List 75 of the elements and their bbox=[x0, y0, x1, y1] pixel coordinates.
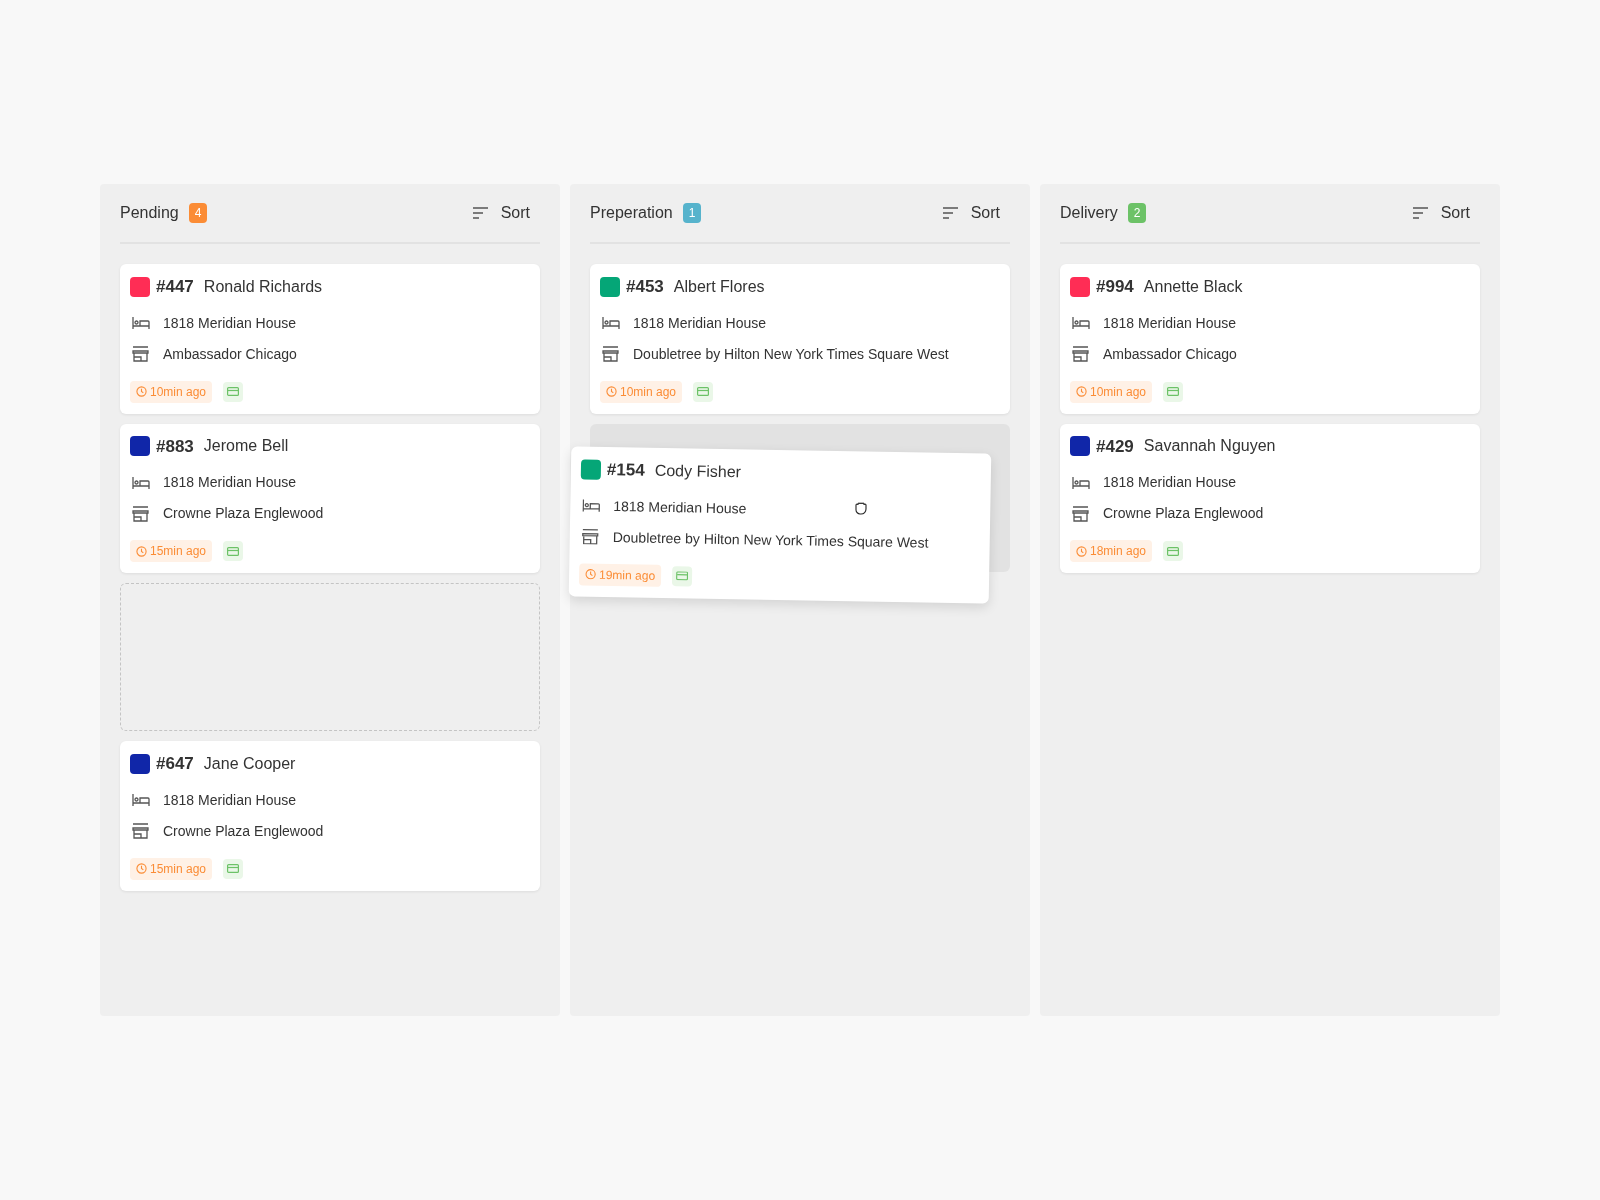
storefront-icon bbox=[602, 346, 619, 362]
time-badge: 10min ago bbox=[130, 380, 213, 403]
bed-icon bbox=[132, 475, 150, 490]
customer-name: Annette Black bbox=[1143, 276, 1243, 297]
customer-name: Jerome Bell bbox=[203, 436, 289, 457]
card-payment-icon bbox=[223, 541, 244, 561]
storefront-icon bbox=[132, 346, 149, 362]
order-card[interactable]: #447 Ronald Richards 1818 Meridian House Ambassador Chicago 10min ago bbox=[120, 264, 540, 414]
venue-name: Doubletree by Hilton New York Times Square West bbox=[612, 527, 929, 553]
hotel-name: 1818 Meridian House bbox=[163, 313, 297, 333]
hotel-name: 1818 Meridian House bbox=[163, 473, 297, 492]
sort-icon bbox=[942, 207, 958, 219]
bed-icon bbox=[132, 793, 150, 807]
hotel-name: 1818 Meridian House bbox=[163, 790, 297, 810]
time-badge: 19min ago bbox=[578, 563, 662, 587]
hotel-name: 1818 Meridian House bbox=[1103, 473, 1237, 492]
storefront-icon bbox=[132, 823, 149, 839]
customer-name: Savannah Nguyen bbox=[1143, 436, 1276, 457]
order-card[interactable]: #647 Jane Cooper 1818 Meridian House Crowne Plaza Englewood 15min ago bbox=[120, 741, 540, 891]
sort-button[interactable]: Sort bbox=[1412, 201, 1480, 225]
bed-icon bbox=[132, 316, 150, 330]
hotel-name: 1818 Meridian House bbox=[613, 496, 747, 518]
count-badge: 1 bbox=[682, 203, 702, 223]
card-payment-icon bbox=[223, 858, 244, 879]
venue-name: Ambassador Chicago bbox=[163, 344, 297, 364]
storefront-icon bbox=[1072, 505, 1089, 522]
sort-button[interactable]: Sort bbox=[472, 201, 540, 225]
storefront-icon bbox=[1072, 346, 1089, 362]
hotel-name: 1818 Meridian House bbox=[633, 313, 767, 333]
bed-icon bbox=[1072, 475, 1090, 490]
order-card[interactable]: #883 Jerome Bell 1818 Meridian House Crowne Plaza Englewood 15min ago bbox=[120, 423, 540, 573]
time-badge: 10min ago bbox=[1070, 380, 1153, 403]
sort-button[interactable]: Sort bbox=[942, 201, 1010, 225]
card-payment-icon bbox=[693, 381, 714, 402]
column-title: Pending bbox=[120, 203, 179, 223]
venue-name: Crowne Plaza Englewood bbox=[1103, 504, 1264, 523]
order-number: #994 bbox=[1096, 276, 1134, 298]
customer-name: Jane Cooper bbox=[203, 753, 296, 774]
order-card[interactable]: #429 Savannah Nguyen 1818 Meridian House Crowne Plaza Englewood 18min ago bbox=[1060, 423, 1480, 573]
storefront-icon bbox=[132, 505, 149, 522]
order-card[interactable]: #994 Annette Black 1818 Meridian House Ambassador Chicago 10min ago bbox=[1060, 264, 1480, 414]
bed-icon bbox=[582, 498, 601, 513]
card-payment-icon bbox=[671, 565, 693, 586]
order-number: #647 bbox=[156, 753, 194, 775]
column-title: Preperation bbox=[590, 203, 673, 223]
bed-icon bbox=[1072, 316, 1090, 330]
column-title: Delivery bbox=[1060, 203, 1118, 223]
time-badge: 18min ago bbox=[1070, 540, 1153, 562]
customer-name: Albert Flores bbox=[673, 276, 765, 297]
sort-icon bbox=[1412, 207, 1428, 219]
venue-name: Crowne Plaza Englewood bbox=[163, 504, 324, 523]
bed-icon bbox=[602, 316, 620, 330]
order-card[interactable]: #453 Albert Flores 1818 Meridian House Doubletree by Hilton New York Times Square West 10min ago bbox=[590, 264, 1010, 414]
order-number: #453 bbox=[626, 276, 664, 298]
time-badge: 15min ago bbox=[130, 857, 213, 880]
venue-name: Crowne Plaza Englewood bbox=[163, 821, 324, 841]
venue-name: Ambassador Chicago bbox=[1103, 344, 1237, 364]
count-badge: 2 bbox=[1127, 203, 1147, 223]
order-number: #883 bbox=[156, 435, 194, 458]
card-payment-icon bbox=[1163, 381, 1184, 402]
hotel-name: 1818 Meridian House bbox=[1103, 313, 1237, 333]
sort-icon bbox=[472, 207, 488, 219]
storefront-icon bbox=[581, 528, 599, 545]
customer-name: Cody Fisher bbox=[654, 460, 742, 483]
order-number: #429 bbox=[1096, 435, 1134, 458]
time-badge: 10min ago bbox=[600, 380, 683, 403]
order-card[interactable]: #154 Cody Fisher 1818 Meridian House Doubletree by Hilton New York Times Square West 19min ago bbox=[568, 446, 992, 604]
order-number: #447 bbox=[156, 276, 194, 298]
card-payment-icon bbox=[223, 381, 244, 402]
customer-name: Ronald Richards bbox=[203, 276, 323, 297]
count-badge: 4 bbox=[188, 203, 208, 223]
time-badge: 15min ago bbox=[130, 540, 213, 562]
order-number: #154 bbox=[606, 458, 645, 482]
card-payment-icon bbox=[1163, 541, 1184, 561]
venue-name: Doubletree by Hilton New York Times Square West bbox=[633, 344, 949, 364]
